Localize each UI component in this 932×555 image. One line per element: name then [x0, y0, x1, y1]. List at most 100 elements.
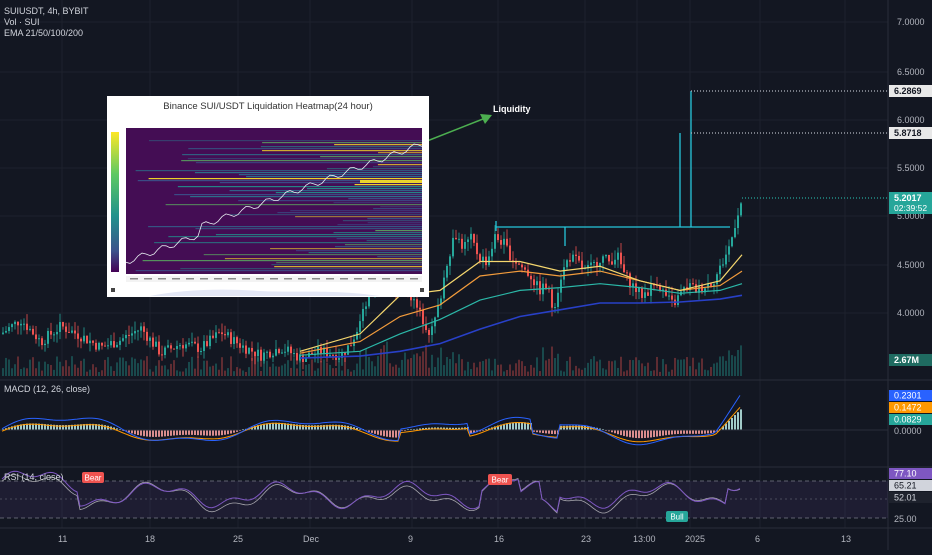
macd-histogram-bar: [662, 430, 664, 436]
volume-bar: [437, 357, 439, 376]
candle-body: [581, 260, 583, 269]
macd-histogram-bar: [134, 430, 136, 435]
svg-text:65.21: 65.21: [894, 481, 917, 491]
volume-bar: [368, 357, 370, 376]
candle-body: [359, 321, 361, 332]
volume-bar: [488, 358, 490, 376]
symbol-legend[interactable]: SUIUSDT, 4h, BYBIT Vol · SUI EMA 21/50/1…: [4, 6, 89, 39]
volume-bar: [689, 366, 691, 376]
candle-body: [416, 299, 418, 308]
macd-histogram-bar: [695, 430, 697, 434]
candle-body: [92, 340, 94, 343]
volume-bar: [92, 364, 94, 376]
volume-bar: [386, 341, 388, 376]
macd-histogram-bar: [152, 430, 154, 437]
volume-bar: [629, 359, 631, 376]
volume-bar: [326, 362, 328, 376]
svg-text:2.67M: 2.67M: [894, 355, 919, 365]
candle-body: [230, 332, 232, 344]
volume-bar: [260, 370, 262, 376]
macd-histogram-bar: [185, 430, 187, 435]
heatmap-band: [367, 222, 422, 224]
volume-bar: [242, 370, 244, 376]
volume-bar: [161, 365, 163, 376]
candle-body: [455, 237, 457, 240]
candle-body: [356, 331, 358, 340]
candle-body: [458, 238, 460, 240]
volume-bar: [83, 358, 85, 376]
heatmap-band: [215, 234, 422, 236]
volume-bar: [68, 366, 70, 376]
heatmap-band: [344, 244, 422, 246]
heatmap-band: [334, 246, 422, 248]
candle-body: [446, 265, 448, 278]
candle-body: [2, 332, 4, 334]
volume-bar: [662, 359, 664, 376]
volume-bar: [524, 366, 526, 376]
heatmap-band: [177, 186, 422, 188]
volume-bar: [557, 353, 559, 376]
macd-histogram-bar: [197, 430, 199, 436]
ema-legend[interactable]: EMA 21/50/100/200: [4, 28, 89, 39]
candle-body: [611, 261, 613, 265]
volume-bar: [620, 356, 622, 376]
volume-badge: 2.67M: [889, 354, 932, 366]
candle-body: [734, 228, 736, 238]
volume-bar: [503, 371, 505, 376]
volume-bar: [593, 356, 595, 376]
heatmap-band: [295, 216, 422, 218]
macd-histogram-bar: [521, 422, 523, 430]
candle-body: [614, 259, 616, 265]
heatmap-band: [174, 194, 422, 196]
macd-histogram-bar: [635, 430, 637, 438]
macd-histogram-bar: [509, 422, 511, 430]
volume-bar: [275, 366, 277, 376]
volume-bar: [638, 360, 640, 376]
volume-bar: [173, 360, 175, 376]
volume-bar: [311, 359, 313, 376]
heatmap-band: [377, 256, 422, 258]
volume-bar: [494, 358, 496, 376]
volume-bar: [632, 360, 634, 376]
volume-bar: [479, 361, 481, 376]
volume-bar: [209, 366, 211, 376]
macd-legend[interactable]: MACD (12, 26, close): [4, 384, 90, 395]
macd-histogram-bar: [149, 430, 151, 437]
candle-body: [173, 348, 175, 350]
volume-bar: [734, 356, 736, 376]
candle-body: [329, 354, 331, 357]
candle-body: [8, 327, 10, 331]
heatmap-band: [274, 266, 422, 268]
symbol-line[interactable]: SUIUSDT, 4h, BYBIT: [4, 6, 89, 17]
volume-bar: [266, 360, 268, 376]
inset-title: Binance SUI/USDT Liquidation Heatmap(24 …: [163, 101, 372, 112]
price-tick: 6.5000: [897, 67, 925, 77]
volume-bar: [608, 360, 610, 376]
candle-body: [161, 354, 163, 356]
rsi-legend[interactable]: RSI (14, close): [4, 472, 64, 483]
candle-body: [725, 254, 727, 265]
volume-bar: [461, 359, 463, 376]
volume-bar: [458, 354, 460, 376]
volume-bar: [233, 371, 235, 376]
macd-histogram-bar: [200, 430, 202, 436]
candle-body: [731, 237, 733, 247]
volume-bar: [389, 363, 391, 376]
candle-body: [68, 331, 70, 333]
macd-histogram-bar: [158, 430, 160, 437]
heatmap-tick: [354, 278, 362, 280]
volume-legend[interactable]: Vol · SUI: [4, 17, 89, 28]
heatmap-band: [366, 240, 422, 242]
volume-bar: [131, 357, 133, 376]
volume-bar: [350, 371, 352, 376]
heatmap-band: [230, 214, 422, 216]
volume-bar: [359, 351, 361, 376]
trading-chart[interactable]: Liquidity Binance SUI/USDT Liquidation H…: [0, 0, 932, 550]
candle-body: [620, 252, 622, 265]
heatmap-band: [378, 152, 422, 154]
macd-histogram-bar: [620, 430, 622, 436]
chart-canvas[interactable]: Liquidity Binance SUI/USDT Liquidation H…: [0, 0, 932, 550]
candle-body: [272, 355, 274, 358]
candle-body: [266, 351, 268, 353]
macd-histogram-bar: [584, 425, 586, 430]
